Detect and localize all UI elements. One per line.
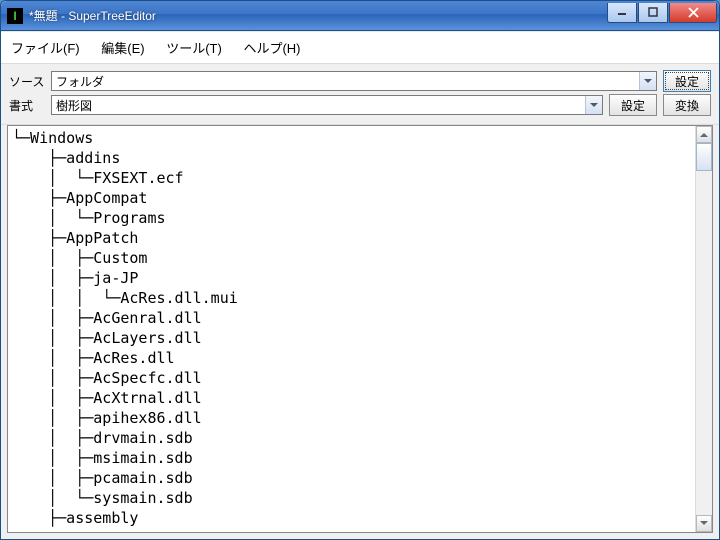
scroll-down-button[interactable] [696,515,712,532]
menu-file[interactable]: ファイル(F) [11,41,80,56]
menu-edit[interactable]: 編集(E) [101,41,144,56]
app-window: I *無題 - SuperTreeEditor ファイル(F) 編集(E) ツー… [0,0,720,540]
tree-content[interactable]: └─Windows ├─addins │ └─FXSEXT.ecf ├─AppC… [8,126,695,532]
minimize-icon [617,7,627,17]
format-settings-button[interactable]: 設定 [609,94,657,116]
close-icon [688,7,699,18]
title-bar[interactable]: I *無題 - SuperTreeEditor [1,1,719,31]
source-dropdown[interactable]: フォルダ [51,71,657,91]
format-value: 樹形図 [56,97,92,114]
scroll-track[interactable] [696,143,712,515]
menu-tools[interactable]: ツール(T) [166,41,222,56]
menu-help[interactable]: ヘルプ(H) [243,41,300,56]
options-panel: ソース フォルダ 設定 書式 樹形図 設定 変換 [1,63,719,125]
maximize-button[interactable] [638,3,668,23]
format-row: 書式 樹形図 設定 変換 [9,94,711,116]
chevron-down-icon [639,72,656,90]
source-label: ソース [9,73,51,90]
source-value: フォルダ [56,73,104,90]
minimize-button[interactable] [607,3,637,23]
source-settings-button[interactable]: 設定 [663,70,711,92]
scroll-thumb[interactable] [696,143,712,171]
tree-panel: └─Windows ├─addins │ └─FXSEXT.ecf ├─AppC… [7,125,713,533]
close-button[interactable] [669,3,717,23]
scroll-up-button[interactable] [696,126,712,143]
app-icon: I [7,8,23,24]
vertical-scrollbar[interactable] [695,126,712,532]
convert-button[interactable]: 変換 [663,94,711,116]
format-dropdown[interactable]: 樹形図 [51,95,603,115]
format-label: 書式 [9,97,51,114]
chevron-down-icon [700,521,708,526]
chevron-up-icon [700,132,708,137]
window-title: *無題 - SuperTreeEditor [29,7,606,24]
chevron-down-icon [585,96,602,114]
maximize-icon [648,7,658,17]
source-row: ソース フォルダ 設定 [9,70,711,92]
menu-bar: ファイル(F) 編集(E) ツール(T) ヘルプ(H) [1,31,719,63]
